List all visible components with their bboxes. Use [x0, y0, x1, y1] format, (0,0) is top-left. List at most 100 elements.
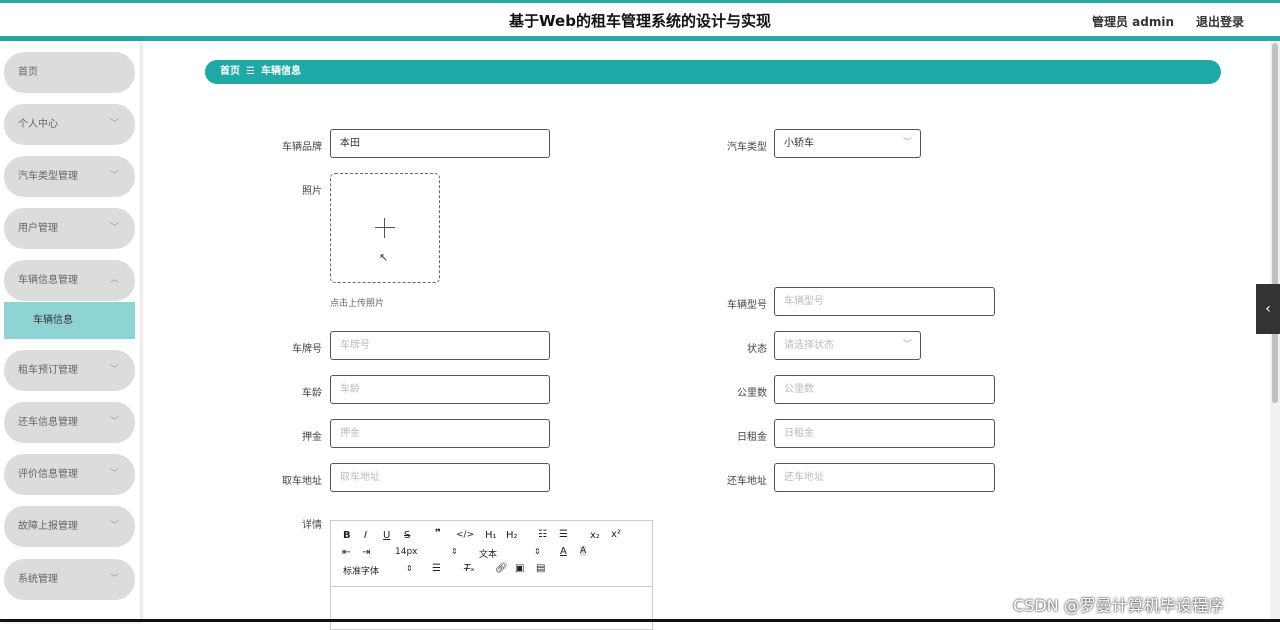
car-type-value: 小轿车	[784, 138, 814, 149]
breadcrumb-current: 车辆信息	[260, 66, 301, 77]
sidebar-item-rental-booking[interactable]: 租车预订管理 ﹀	[4, 350, 135, 391]
watermark: CSDN @罗曼计算机毕设程序	[1013, 596, 1224, 615]
subscript-icon[interactable]: x₂	[590, 530, 600, 541]
plate-label: 车牌号	[292, 344, 322, 355]
sidebar-item-label: 故障上报管理	[18, 521, 78, 532]
chevron-down-icon: ﹀	[109, 365, 119, 375]
italic-icon[interactable]: I	[364, 530, 367, 541]
plate-input[interactable]: 车牌号	[330, 331, 550, 360]
bold-icon[interactable]: B	[343, 530, 351, 541]
plus-icon	[375, 218, 395, 238]
breadcrumb-separator-icon: ☰	[246, 66, 255, 77]
clear-format-icon[interactable]: T̶ₓ	[464, 563, 475, 574]
deposit-input[interactable]: 押金	[330, 419, 550, 448]
text-style-select[interactable]: 文本	[479, 547, 497, 560]
car-type-label: 汽车类型	[727, 142, 767, 153]
pickup-label: 取车地址	[282, 476, 322, 487]
font-family-select[interactable]: 标准字体	[343, 564, 379, 577]
link-icon[interactable]: 🔗︎	[495, 563, 508, 574]
car-type-select[interactable]: 小轿车 ﹀	[774, 129, 921, 158]
underline-icon[interactable]: U	[383, 530, 390, 541]
age-label: 车龄	[302, 388, 322, 399]
return-address-input[interactable]: 还车地址	[774, 463, 995, 492]
model-input[interactable]: 车辆型号	[774, 287, 995, 316]
sidebar: 首页 个人中心 ﹀ 汽车类型管理 ﹀ 用户管理 ﹀ 车辆信息管理 ︿ 车辆信息 租车预订…	[0, 41, 140, 622]
brand-input[interactable]: 本田	[330, 129, 550, 158]
sidebar-item-fault-report[interactable]: 故障上报管理 ﹀	[4, 506, 135, 547]
scrollbar-thumb[interactable]	[1272, 43, 1278, 403]
chevron-left-icon[interactable]: ‹	[1256, 284, 1280, 334]
photo-label: 照片	[302, 186, 322, 197]
model-label: 车辆型号	[727, 300, 767, 311]
details-label: 详情	[302, 520, 322, 531]
mileage-label: 公里数	[737, 388, 767, 399]
mouse-cursor-icon: ↖	[379, 251, 389, 264]
image-icon[interactable]: ▣	[515, 563, 524, 574]
daily-rent-input[interactable]: 日租金	[774, 419, 995, 448]
chevron-down-icon: ﹀	[902, 138, 912, 148]
deposit-label: 押金	[302, 432, 322, 443]
sidebar-subitem-vehicle-info[interactable]: 车辆信息	[4, 302, 135, 339]
code-icon[interactable]: </>	[456, 530, 474, 540]
sidebar-item-label: 车辆信息管理	[18, 275, 78, 286]
sidebar-item-label: 首页	[18, 67, 38, 78]
top-bar: 基于Web的租车管理系统的设计与实现 管理员 admin 退出登录	[0, 0, 1280, 41]
chevron-down-icon: ﹀	[109, 417, 119, 427]
chevron-down-icon: ﹀	[109, 223, 119, 233]
sidebar-item-label: 系统管理	[18, 574, 58, 585]
sidebar-item-label: 评价信息管理	[18, 469, 78, 480]
logout-button[interactable]: 退出登录	[1196, 13, 1244, 30]
superscript-icon[interactable]: x²	[611, 529, 621, 540]
sidebar-item-system[interactable]: 系统管理 ﹀	[4, 559, 135, 600]
status-select[interactable]: 请选择状态 ﹀	[774, 331, 921, 360]
photo-upload[interactable]: ↖	[330, 173, 440, 283]
sidebar-item-label: 个人中心	[18, 119, 58, 130]
app-title: 基于Web的租车管理系统的设计与实现	[509, 12, 771, 30]
admin-label: 管理员 admin	[1091, 15, 1174, 29]
sidebar-item-label: 用户管理	[18, 223, 58, 234]
brand-label: 车辆品牌	[282, 142, 322, 153]
photo-upload-hint: 点击上传照片	[330, 299, 385, 309]
sidebar-item-personal-center[interactable]: 个人中心 ﹀	[4, 104, 135, 145]
status-label: 状态	[747, 344, 767, 355]
chevron-down-icon: ﹀	[109, 469, 119, 479]
sidebar-item-reviews[interactable]: 评价信息管理 ﹀	[4, 454, 135, 495]
chevron-updown-icon: ⇕	[406, 564, 413, 573]
mileage-input[interactable]: 公里数	[774, 375, 995, 404]
sidebar-item-users[interactable]: 用户管理 ﹀	[4, 208, 135, 249]
chevron-up-icon: ︿	[109, 275, 119, 285]
strikethrough-icon[interactable]: S	[404, 530, 410, 541]
outdent-icon[interactable]: ⇤	[342, 547, 350, 558]
font-color-icon[interactable]: A	[560, 546, 567, 557]
status-placeholder: 请选择状态	[784, 340, 834, 351]
heading2-icon[interactable]: H₂	[506, 530, 518, 541]
pickup-address-input[interactable]: 取车地址	[330, 463, 550, 492]
background-color-icon[interactable]: A	[580, 546, 587, 556]
chevron-updown-icon: ⇕	[534, 547, 541, 556]
sidebar-item-label: 汽车类型管理	[18, 171, 78, 182]
breadcrumb-home[interactable]: 首页	[220, 66, 240, 77]
chevron-updown-icon: ⇕	[451, 547, 458, 556]
chevron-down-icon: ﹀	[109, 521, 119, 531]
blockquote-icon[interactable]: ❞	[435, 528, 441, 539]
details-editor[interactable]: B I U S ❞ </> H₁ H₂ ☷ ☰ x₂ x² ⇤ ⇥ 14px ⇕…	[330, 520, 653, 630]
editor-toolbar: B I U S ❞ </> H₁ H₂ ☷ ☰ x₂ x² ⇤ ⇥ 14px ⇕…	[331, 521, 652, 587]
font-size-select[interactable]: 14px	[395, 547, 418, 557]
align-icon[interactable]: ☰	[432, 563, 441, 574]
ordered-list-icon[interactable]: ☷	[538, 529, 547, 540]
sidebar-item-home[interactable]: 首页	[4, 52, 135, 93]
heading1-icon[interactable]: H₁	[485, 530, 497, 541]
sidebar-item-car-type[interactable]: 汽车类型管理 ﹀	[4, 156, 135, 197]
indent-icon[interactable]: ⇥	[362, 547, 370, 558]
breadcrumb: 首页 ☰ 车辆信息	[205, 60, 1221, 84]
chevron-down-icon: ﹀	[109, 171, 119, 181]
video-icon[interactable]: ▤	[536, 563, 545, 574]
sidebar-item-label: 还车信息管理	[18, 417, 78, 428]
chevron-down-icon: ﹀	[109, 574, 119, 584]
bullet-list-icon[interactable]: ☰	[559, 529, 568, 540]
chevron-down-icon: ﹀	[902, 340, 912, 350]
sidebar-item-vehicle-info[interactable]: 车辆信息管理 ︿	[4, 260, 135, 301]
sidebar-item-return-info[interactable]: 还车信息管理 ﹀	[4, 402, 135, 443]
age-input[interactable]: 车龄	[330, 375, 550, 404]
sidebar-item-label: 租车预订管理	[18, 365, 78, 376]
